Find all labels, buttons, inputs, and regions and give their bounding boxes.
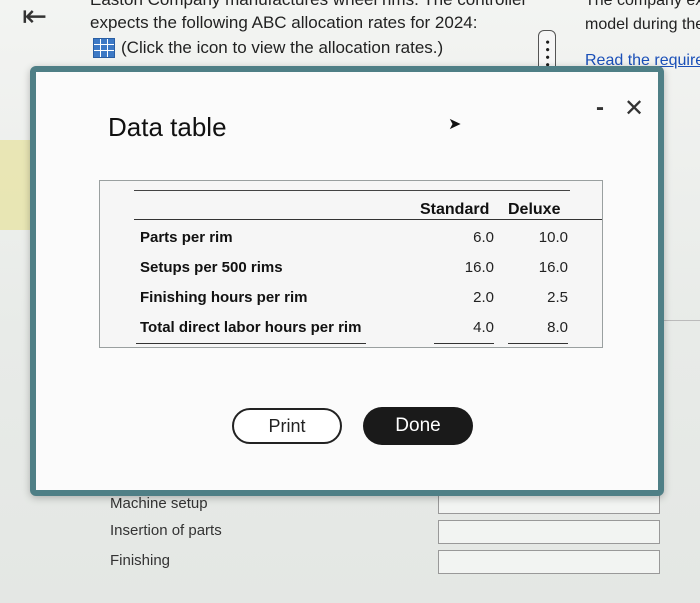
allocation-data-table: Standard Deluxe Parts per rim 6.0 10.0 S… [99, 180, 603, 348]
bottom-label-finishing: Finishing [110, 552, 171, 569]
bottom-label-machine-setup: Machine setup [110, 495, 208, 512]
back-arrow-icon[interactable]: ⇤ [22, 2, 47, 32]
deluxe-underline [508, 343, 568, 344]
cell-deluxe-labor: 8.0 [547, 319, 568, 336]
click-instruction: (Click the icon to view the allocation r… [121, 38, 444, 57]
problem-text-line2: expects the following ABC allocation rat… [90, 13, 478, 32]
answer-input-2[interactable] [438, 520, 660, 544]
data-table-link[interactable]: (Click the icon to view the allocation r… [93, 38, 443, 58]
print-button[interactable]: Print [232, 408, 342, 444]
dialog-controls: - ✕ [596, 94, 644, 123]
cell-standard-parts: 6.0 [473, 229, 494, 246]
cell-deluxe-finishing: 2.5 [547, 289, 568, 306]
table-top-rule [134, 190, 570, 191]
dialog-title: Data table [108, 112, 227, 142]
cell-standard-finishing: 2.0 [473, 289, 494, 306]
row-label-labor: Total direct labor hours per rim [140, 319, 362, 336]
right-panel-text-line2: model during the [585, 16, 700, 33]
label-underline [136, 343, 366, 344]
row-label-parts: Parts per rim [140, 229, 233, 246]
cell-standard-setups: 16.0 [464, 259, 494, 276]
row-label-setups: Setups per 500 rims [140, 259, 283, 276]
cell-deluxe-parts: 10.0 [538, 229, 568, 246]
divider [658, 320, 700, 321]
done-button[interactable]: Done [363, 407, 473, 445]
mouse-cursor-icon: ➤ [448, 116, 462, 133]
bottom-label-insertion: Insertion of parts [110, 522, 222, 539]
minimize-icon[interactable]: - [596, 94, 604, 123]
cell-standard-labor: 4.0 [473, 319, 494, 336]
problem-text-line1: Easton Company manufactures wheel rims. … [90, 0, 527, 10]
row-label-finishing: Finishing hours per rim [140, 289, 308, 306]
data-table-dialog: Data table - ✕ ➤ Standard Deluxe Parts p… [30, 66, 664, 496]
right-panel-text-line1: The company ex [585, 0, 700, 9]
cell-deluxe-setups: 16.0 [538, 259, 568, 276]
answer-input-3[interactable] [438, 550, 660, 574]
header-rule [134, 219, 602, 220]
standard-underline [434, 343, 494, 344]
table-grid-icon[interactable] [93, 38, 115, 58]
col-header-standard: Standard [420, 201, 490, 218]
close-icon[interactable]: ✕ [624, 94, 644, 123]
col-header-deluxe: Deluxe [508, 201, 561, 218]
